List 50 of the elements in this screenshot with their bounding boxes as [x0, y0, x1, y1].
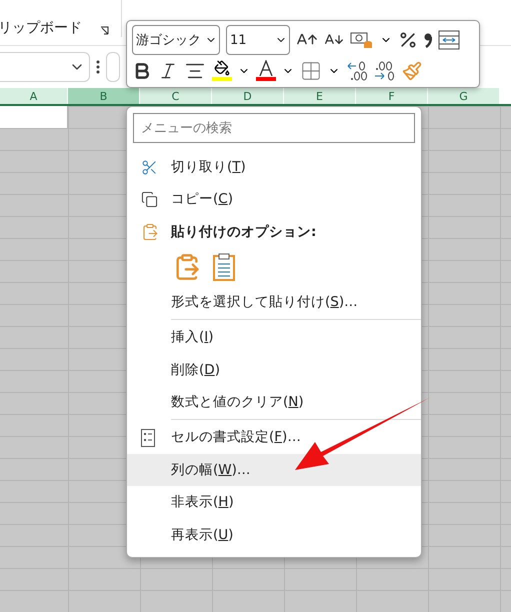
- column-header[interactable]: B: [68, 88, 140, 104]
- column-header[interactable]: E: [284, 88, 356, 104]
- menu-search-field[interactable]: メニューの検索: [133, 113, 415, 143]
- format-cells-icon: [141, 429, 155, 448]
- decrease-decimal-icon[interactable]: [374, 60, 396, 82]
- cell[interactable]: [0, 106, 68, 128]
- scissors-icon: [141, 158, 158, 176]
- column-header[interactable]: A: [0, 88, 68, 104]
- menu-item-label: セルの書式設定(F)…: [171, 428, 301, 446]
- accounting-format-icon[interactable]: [350, 30, 374, 50]
- menu-item[interactable]: 数式と値のクリア(N): [127, 386, 421, 418]
- menu-item-label: 列の幅(W)…: [171, 460, 250, 479]
- clipboard-icon: [141, 223, 159, 242]
- copy-icon: [141, 191, 158, 208]
- menu-item-label: 切り取り(T): [171, 158, 246, 176]
- menu-item[interactable]: 切り取り(T): [127, 150, 421, 184]
- menu-item[interactable]: セルの書式設定(F)…: [127, 421, 421, 454]
- column-header[interactable]: C: [140, 88, 212, 104]
- menu-item[interactable]: 削除(D): [127, 353, 421, 386]
- menu-item[interactable]: 列の幅(W)…: [127, 454, 421, 486]
- menu-item-label: 再表示(U): [171, 526, 234, 544]
- menu-item-label: 数式と値のクリア(N): [171, 392, 304, 411]
- menu-item-label: 非表示(H): [171, 493, 234, 512]
- column-header[interactable]: D: [212, 88, 284, 104]
- menu-item[interactable]: 形式を選択して貼り付け(S)…: [127, 285, 421, 318]
- menu-item-label: 挿入(I): [171, 328, 214, 346]
- font-color-icon[interactable]: [256, 60, 276, 81]
- borders-icon[interactable]: [300, 60, 322, 82]
- menu-item[interactable]: コピー(C): [127, 183, 421, 216]
- menu-item[interactable]: 挿入(I): [127, 320, 421, 354]
- font-size-select[interactable]: 11: [226, 25, 290, 55]
- paste-icon[interactable]: [213, 252, 235, 281]
- menu-item[interactable]: 再表示(U): [127, 518, 421, 552]
- ribbon-group-label: リップボード: [0, 19, 82, 37]
- menu-item-label: 削除(D): [171, 360, 220, 378]
- fill-color-icon[interactable]: [212, 60, 232, 81]
- column-header[interactable]: G: [428, 88, 500, 104]
- font-name-select[interactable]: 游ゴシック: [132, 25, 220, 55]
- percent-icon[interactable]: [398, 30, 418, 50]
- increase-decimal-icon[interactable]: [346, 60, 368, 82]
- menu-item-label: 形式を選択して貼り付け(S)…: [171, 292, 358, 311]
- menu-item[interactable]: 貼り付けのオプション:: [127, 215, 421, 248]
- comma-style-icon[interactable]: [424, 32, 432, 48]
- column-header[interactable]: F: [356, 88, 428, 104]
- wrap-text-icon[interactable]: [438, 30, 460, 50]
- menu-item[interactable]: 非表示(H): [127, 486, 421, 519]
- dialog-launcher-icon[interactable]: [100, 26, 109, 35]
- menu-item-label: コピー(C): [171, 190, 233, 208]
- more-icon[interactable]: [96, 60, 100, 74]
- menu-item-label: 貼り付けのオプション:: [171, 222, 316, 241]
